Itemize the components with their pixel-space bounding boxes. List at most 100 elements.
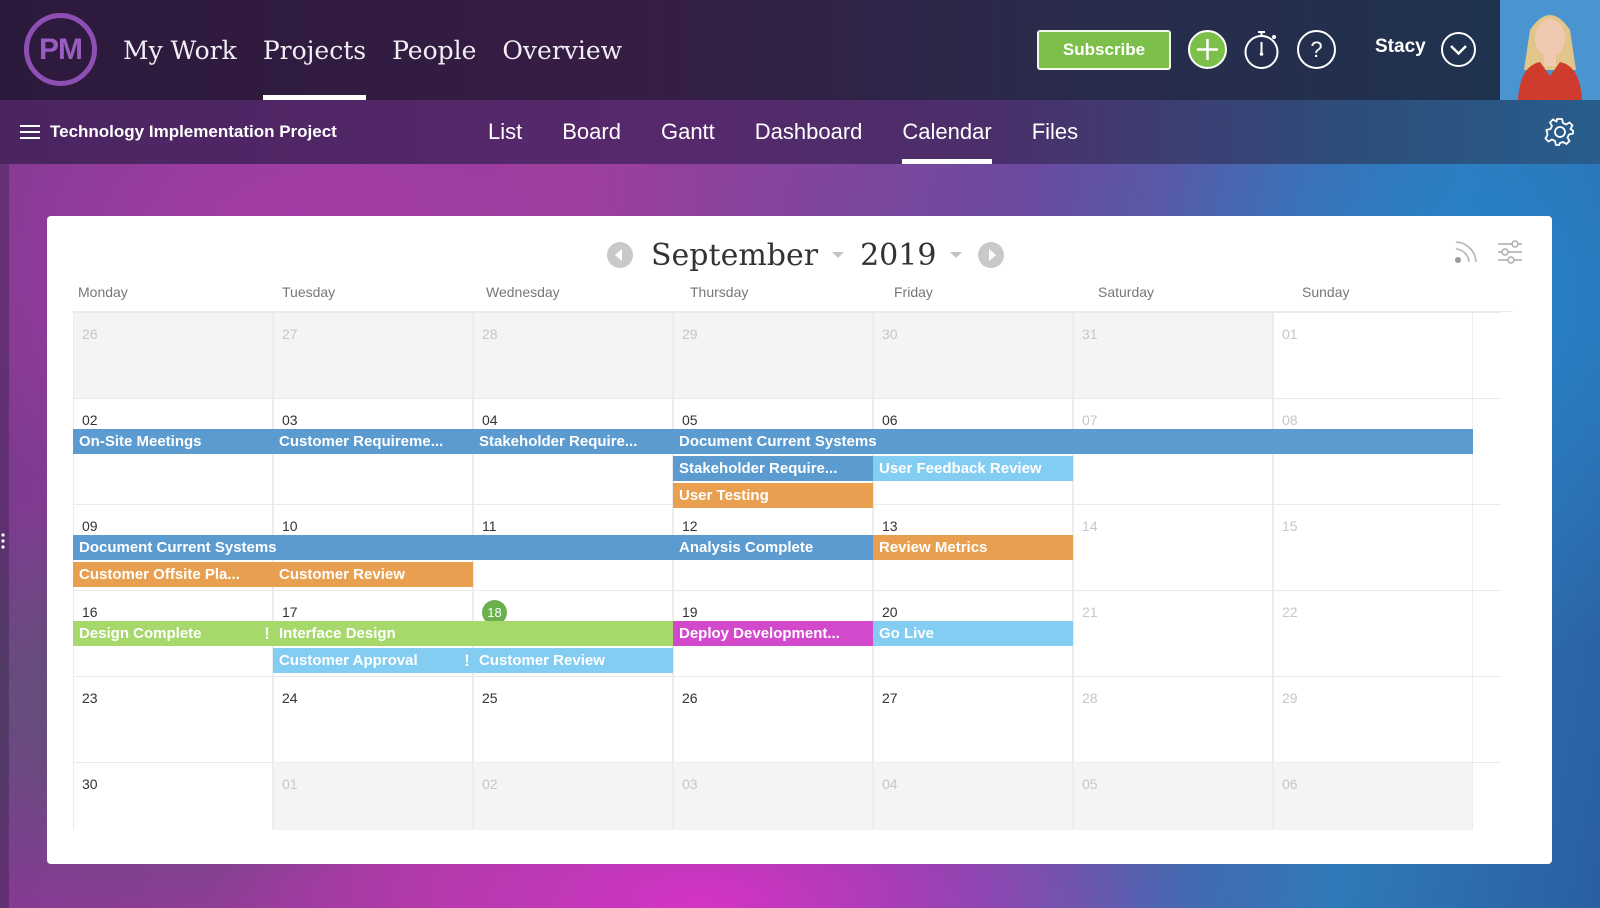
calendar-event[interactable]: Customer Approval [273, 648, 473, 673]
timer-button[interactable] [1241, 29, 1282, 70]
weekday-friday: Friday [894, 284, 933, 300]
event-title: Analysis Complete [679, 539, 814, 556]
event-title: Customer Approval [279, 652, 418, 669]
calendar-day[interactable]: 06 [1273, 763, 1473, 830]
calendar-day[interactable]: 26 [673, 677, 873, 762]
nav-overview[interactable]: Overview [489, 0, 635, 100]
app-logo[interactable]: PM [24, 13, 97, 86]
weekday-thursday: Thursday [690, 284, 749, 300]
calendar-event[interactable]: ! Customer Review [464, 648, 673, 673]
calendar-day[interactable]: 14 [1073, 505, 1273, 590]
calendar-event[interactable]: Deploy Development... [673, 621, 873, 646]
day-number: 01 [282, 776, 298, 792]
calendar-day[interactable]: 24 [273, 677, 473, 762]
tab-gantt[interactable]: Gantt [641, 100, 735, 164]
calendar-day[interactable]: 27 [873, 677, 1073, 762]
project-title: Technology Implementation Project [50, 122, 337, 141]
user-avatar[interactable] [1500, 0, 1600, 100]
calendar-day[interactable]: 29 [673, 313, 873, 398]
chevron-right-icon [989, 249, 997, 261]
calendar-day[interactable]: 15 [1273, 505, 1473, 590]
calendar-day[interactable]: 22 [1273, 591, 1473, 676]
day-number: 15 [1282, 518, 1298, 534]
calendar-card: September 2019 Monday Tuesday Wednesday Thu… [47, 216, 1552, 864]
calendar-event[interactable]: Review Metrics [873, 535, 1073, 560]
calendar-day[interactable]: 29 [1273, 677, 1473, 762]
subscribe-button[interactable]: Subscribe [1037, 30, 1171, 70]
user-name[interactable]: Stacy [1375, 36, 1426, 58]
calendar-day[interactable]: 23 [73, 677, 273, 762]
next-month-button[interactable] [978, 242, 1005, 268]
calendar-day[interactable]: 26 [73, 313, 273, 398]
filter-settings-button[interactable] [1496, 238, 1524, 266]
feed-button[interactable] [1452, 238, 1480, 266]
calendar-event[interactable]: Customer Review [273, 562, 473, 587]
day-number: 01 [1282, 326, 1298, 342]
settings-button[interactable] [1544, 116, 1576, 148]
calendar-event[interactable]: User Feedback Review [873, 456, 1073, 481]
calendar-day[interactable]: 04 [873, 763, 1073, 830]
day-number: 31 [1082, 326, 1098, 342]
calendar-event[interactable]: Document Current Systems [673, 429, 1473, 454]
weekday-header: Monday Tuesday Wednesday Thursday Friday Satu… [73, 284, 1513, 312]
nav-projects[interactable]: Projects [250, 0, 379, 100]
day-number: 08 [1282, 412, 1298, 428]
day-number: 05 [682, 412, 698, 428]
calendar-day[interactable]: 02 [473, 763, 673, 830]
calendar-event[interactable]: Document Current Systems [73, 535, 673, 560]
day-number: 24 [282, 690, 298, 706]
calendar-day[interactable]: 21 [1073, 591, 1273, 676]
add-button[interactable] [1187, 29, 1228, 70]
calendar-week: 09 10 11 12 13 14 15 Document Current Systems An… [73, 504, 1501, 590]
weekday-tuesday: Tuesday [282, 284, 336, 300]
nav-my-work[interactable]: My Work [110, 0, 250, 100]
calendar-week: 23 24 25 26 27 28 29 [73, 676, 1501, 762]
prev-month-button[interactable] [607, 242, 633, 268]
day-number: 26 [682, 690, 698, 706]
event-title: Document Current Systems [679, 433, 877, 450]
day-number: 19 [682, 604, 698, 620]
calendar-day[interactable]: 05 [1073, 763, 1273, 830]
event-title: Document Current Systems [79, 539, 277, 556]
calendar-event[interactable]: Analysis Complete [673, 535, 873, 560]
calendar-event[interactable]: Design Complete [73, 621, 273, 646]
calendar-day[interactable]: 03 [673, 763, 873, 830]
calendar-event[interactable]: On-Site Meetings [73, 429, 273, 454]
menu-icon[interactable] [20, 125, 40, 139]
calendar-event[interactable]: Stakeholder Require... [673, 456, 873, 481]
calendar-day[interactable]: 30 [73, 763, 273, 830]
calendar-event[interactable]: User Testing [673, 483, 873, 508]
tab-files[interactable]: Files [1012, 100, 1098, 164]
year-dropdown-caret-icon[interactable] [950, 252, 963, 258]
calendar-day[interactable]: 30 [873, 313, 1073, 398]
help-button[interactable]: ? [1296, 29, 1337, 70]
tab-calendar[interactable]: Calendar [882, 100, 1011, 164]
day-number: 04 [482, 412, 498, 428]
calendar-event[interactable]: Customer Requireme... [273, 429, 473, 454]
drag-handle-icon[interactable] [0, 532, 6, 550]
calendar-event[interactable]: Customer Offsite Pla... [73, 562, 273, 587]
day-number: 20 [882, 604, 898, 620]
calendar-event[interactable]: Stakeholder Require... [473, 429, 673, 454]
calendar-day[interactable]: 28 [473, 313, 673, 398]
day-number: 11 [482, 518, 497, 534]
calendar-day[interactable]: 01 [1273, 313, 1473, 398]
nav-people[interactable]: People [379, 0, 489, 100]
calendar-day[interactable]: 28 [1073, 677, 1273, 762]
day-number: 28 [1082, 690, 1098, 706]
tab-dashboard[interactable]: Dashboard [735, 100, 883, 164]
tab-list[interactable]: List [468, 100, 542, 164]
month-dropdown-caret-icon[interactable] [832, 252, 845, 258]
calendar-event[interactable]: ! Interface Design [264, 621, 673, 646]
event-title: Stakeholder Require... [479, 433, 638, 450]
user-menu-button[interactable] [1440, 31, 1477, 68]
calendar-day[interactable]: 31 [1073, 313, 1273, 398]
calendar-day[interactable]: 01 [273, 763, 473, 830]
tab-board[interactable]: Board [542, 100, 641, 164]
calendar-day[interactable]: 27 [273, 313, 473, 398]
calendar-day[interactable]: 25 [473, 677, 673, 762]
day-number: 06 [1282, 776, 1298, 792]
calendar-event[interactable]: Go Live [873, 621, 1073, 646]
year-select[interactable]: 2019 [860, 238, 936, 273]
month-select[interactable]: September [651, 238, 818, 273]
